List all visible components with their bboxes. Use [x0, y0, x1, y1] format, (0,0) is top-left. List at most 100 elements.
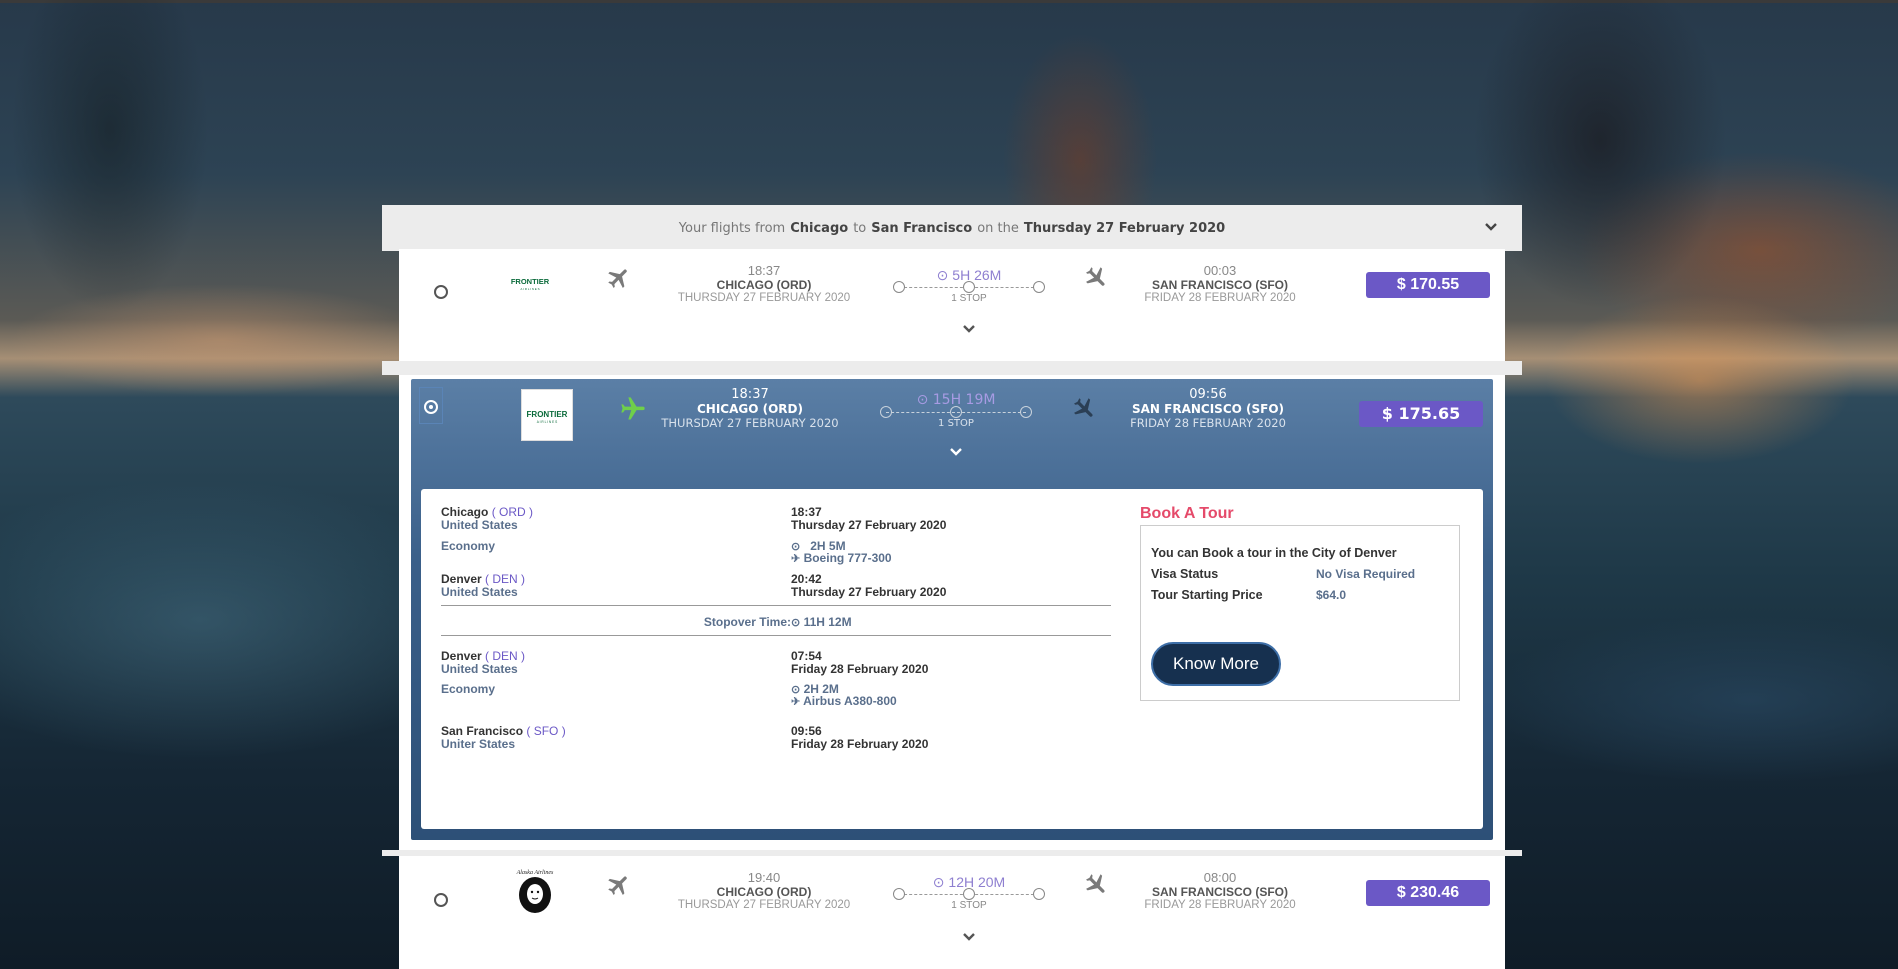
stop-count: 1 STOP — [938, 418, 974, 429]
route-origin-dot — [893, 281, 905, 293]
flight-select-radio[interactable] — [434, 285, 448, 299]
flight-row[interactable]: FRONTIER A I R L I N E S 18:37 CHICAGO (O… — [399, 249, 1505, 361]
arrival-info: 09:56 SAN FRANCISCO (SFO) FRIDAY 28 FEBR… — [1113, 387, 1303, 430]
route-destination-dot — [1020, 406, 1032, 418]
flight-select-radio-checked[interactable] — [424, 400, 438, 414]
route-timeline: ⊙ 5H 26M 1 STOP — [889, 267, 1049, 309]
flight-select-radio[interactable] — [434, 893, 448, 907]
departure-city: CHICAGO (ORD) — [716, 278, 812, 292]
leg1-dep-time: 18:37 — [791, 505, 822, 519]
price-button[interactable]: $ 175.65 — [1359, 401, 1483, 427]
tour-intro: You can Book a tour in the City of Denve… — [1151, 546, 1397, 560]
arrival-plane-icon — [1083, 872, 1109, 905]
leg1-origin: Chicago ( ORD ) — [441, 505, 534, 519]
departure-info: 19:40 CHICAGO (ORD) THURSDAY 27 FEBRUARY… — [669, 870, 859, 911]
arrival-date: FRIDAY 28 FEBRUARY 2020 — [1144, 292, 1296, 304]
leg1-destination-country: United States — [441, 585, 518, 599]
arrival-city: SAN FRANCISCO (SFO) — [1131, 402, 1285, 416]
arrival-info: 00:03 SAN FRANCISCO (SFO) FRIDAY 28 FEBR… — [1125, 263, 1315, 304]
clock-icon: ⊙ — [932, 874, 945, 890]
route-destination-dot — [1033, 281, 1045, 293]
leg2-aircraft: ✈ Airbus A380-800 — [791, 694, 897, 708]
header-prefix: Your flights from — [678, 220, 786, 236]
departure-time: 18:37 — [731, 387, 769, 402]
leg2-dep-time: 07:54 — [791, 649, 822, 663]
divider — [441, 605, 1111, 606]
price-button[interactable]: $ 230.46 — [1366, 880, 1490, 906]
flights-panel: Your flights from Chicago to San Francis… — [382, 205, 1522, 969]
header-to: San Francisco — [871, 220, 973, 236]
departure-plane-icon — [606, 265, 632, 298]
route-origin-dot — [893, 888, 905, 900]
svg-text:A I R L I N E S: A I R L I N E S — [520, 287, 539, 291]
collapse-chevron-icon[interactable] — [949, 445, 963, 461]
departure-date: THURSDAY 27 FEBRUARY 2020 — [677, 899, 851, 911]
departure-city: CHICAGO (ORD) — [696, 402, 803, 416]
departure-info: 18:37 CHICAGO (ORD) THURSDAY 27 FEBRUARY… — [669, 263, 859, 304]
header-on-word: on the — [977, 220, 1019, 236]
leg1-aircraft: ✈ Boeing 777-300 — [791, 551, 892, 565]
route-destination-dot — [1033, 888, 1045, 900]
flight-row[interactable]: Alaska Airlines 19:40 CHICAGO (ORD) THUR… — [399, 856, 1505, 969]
route-stop-dot — [963, 281, 975, 293]
route-stop-dot — [950, 406, 962, 418]
stopover-label: Stopover Time: — [703, 615, 791, 629]
departure-date: THURSDAY 27 FEBRUARY 2020 — [677, 292, 851, 304]
leg1-arr-time: 20:42 — [791, 572, 822, 586]
flights-header: Your flights from Chicago to San Francis… — [382, 205, 1522, 258]
expand-chevron-icon[interactable] — [962, 929, 976, 945]
leg2-destination: San Francisco ( SFO ) — [441, 724, 566, 738]
tour-box: You can Book a tour in the City of Denve… — [1140, 525, 1460, 701]
leg2-arr-date: Friday 28 February 2020 — [791, 737, 929, 751]
departure-city: CHICAGO (ORD) — [716, 885, 812, 899]
leg1-cabin: Economy — [441, 539, 496, 553]
flight-row-selected[interactable]: FRONTIER A I R L I N E S 18:37 CHICAGO (O… — [411, 379, 1493, 840]
leg2-destination-country: Uniter States — [441, 737, 516, 751]
route-timeline: ⊙ 15H 19M 1 STOP — [876, 392, 1036, 434]
leg2-dep-date: Friday 28 February 2020 — [791, 662, 929, 676]
tour-price-value: $64.0 — [1316, 588, 1347, 602]
arrival-date: FRIDAY 28 FEBRUARY 2020 — [1144, 899, 1296, 911]
departure-info: 18:37 CHICAGO (ORD) THURSDAY 27 FEBRUARY… — [655, 387, 845, 430]
svg-text:A I R L I N E S: A I R L I N E S — [537, 420, 557, 424]
flight-details-panel: Chicago ( ORD ) United States 18:37 Thur… — [421, 489, 1483, 829]
plane-icon: ✈ — [791, 696, 801, 708]
leg2-origin: Denver ( DEN ) — [441, 649, 526, 663]
route-origin-dot — [880, 406, 892, 418]
clock-icon: ⊙ — [936, 267, 949, 283]
expand-chevron-icon[interactable] — [962, 321, 976, 337]
stop-count: 1 STOP — [951, 900, 987, 911]
leg1-dep-date: Thursday 27 February 2020 — [791, 518, 947, 532]
airline-logo-alaska: Alaska Airlines — [512, 867, 558, 915]
arrival-time: 08:00 — [1203, 870, 1237, 885]
visa-status-value: No Visa Required — [1316, 567, 1416, 581]
leg1-origin-country: United States — [441, 518, 518, 532]
route-stop-dot — [963, 888, 975, 900]
arrival-date: FRIDAY 28 FEBRUARY 2020 — [1130, 416, 1286, 430]
leg1-destination: Denver ( DEN ) — [441, 572, 526, 586]
header-date: Thursday 27 February 2020 — [1023, 220, 1226, 236]
stop-count: 1 STOP — [951, 293, 987, 304]
leg1-arr-date: Thursday 27 February 2020 — [791, 585, 947, 599]
arrival-time: 09:56 — [1189, 387, 1227, 402]
price-button[interactable]: $ 170.55 — [1366, 272, 1490, 298]
leg2-origin-country: United States — [441, 662, 518, 676]
arrival-time: 00:03 — [1203, 263, 1237, 278]
airline-name: FRONTIER — [511, 277, 550, 286]
arrival-plane-icon — [1083, 265, 1109, 298]
header-to-word: to — [853, 220, 867, 236]
departure-date: THURSDAY 27 FEBRUARY 2020 — [661, 416, 839, 430]
clock-icon: ⊙ — [916, 392, 929, 408]
airline-logo-frontier: FRONTIER A I R L I N E S — [507, 274, 553, 292]
departure-plane-icon-active — [619, 395, 647, 430]
clock-icon: ⊙ — [791, 617, 801, 629]
tour-price-label: Tour Starting Price — [1151, 588, 1263, 602]
airline-logo-frontier: FRONTIER A I R L I N E S — [521, 389, 573, 441]
plane-icon: ✈ — [791, 553, 801, 565]
row-separator — [382, 361, 1522, 375]
route-timeline: ⊙ 12H 20M 1 STOP — [889, 874, 1049, 916]
airline-name: Alaska Airlines — [516, 870, 554, 876]
know-more-button[interactable]: Know More — [1151, 642, 1281, 686]
chevron-down-icon[interactable] — [1484, 220, 1498, 236]
arrival-info: 08:00 SAN FRANCISCO (SFO) FRIDAY 28 FEBR… — [1125, 870, 1315, 911]
